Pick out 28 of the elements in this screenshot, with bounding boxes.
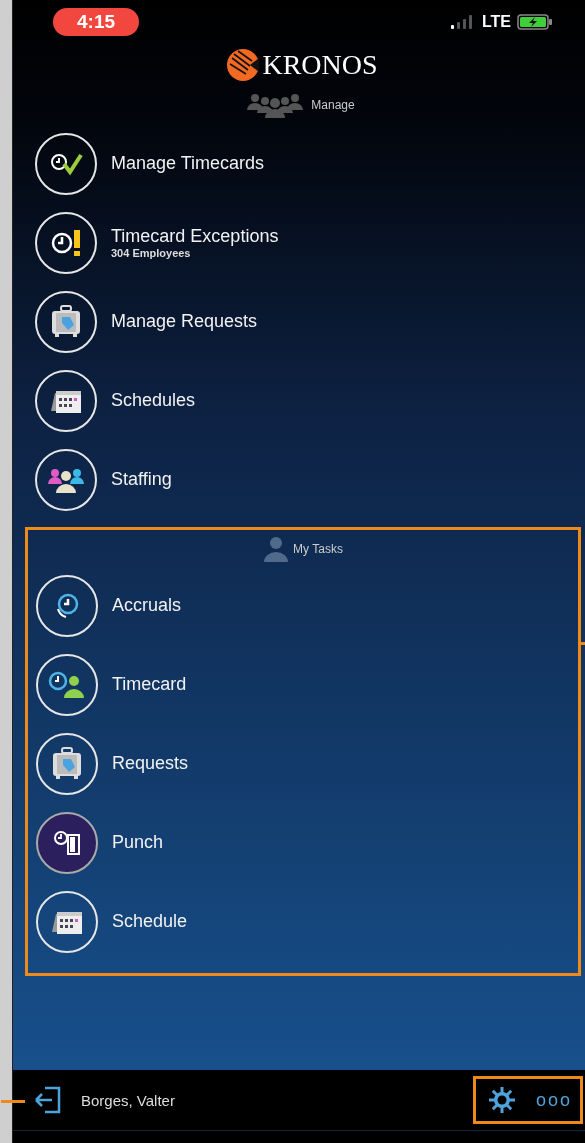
section-title: My Tasks bbox=[293, 542, 343, 556]
menu-item-label[interactable]: Timecard bbox=[112, 674, 187, 695]
person-icon bbox=[263, 536, 290, 562]
menu-item-label[interactable]: Requests bbox=[112, 753, 189, 774]
leader-line bbox=[1, 1100, 25, 1103]
logo-text: KRONOS bbox=[262, 49, 378, 81]
logo-icon bbox=[226, 48, 261, 82]
menu-item-count: 304 Employees bbox=[111, 247, 192, 259]
network-label: LTE bbox=[481, 13, 511, 31]
luggage-icon bbox=[51, 746, 83, 781]
status-time: 4:15 bbox=[53, 8, 140, 36]
menu-item-label[interactable]: Accruals bbox=[112, 595, 182, 616]
menu-item-label[interactable]: Manage Requests bbox=[111, 311, 258, 332]
luggage-icon bbox=[50, 304, 82, 339]
clock-door-icon bbox=[52, 828, 82, 857]
section-title: Manage bbox=[311, 98, 355, 112]
logout-icon[interactable] bbox=[35, 1086, 61, 1114]
menu-item-label[interactable]: Staffing bbox=[111, 469, 172, 490]
user-name: Borges, Valter bbox=[81, 1091, 176, 1109]
menu-item-label[interactable]: Schedules bbox=[111, 390, 196, 411]
settings-icon[interactable] bbox=[487, 1086, 516, 1114]
menu-item-label[interactable]: Manage Timecards bbox=[111, 153, 265, 174]
clock-person-icon bbox=[48, 669, 86, 700]
menu-item-label[interactable]: Schedule bbox=[112, 911, 188, 932]
menu-item-label[interactable]: Punch bbox=[112, 832, 164, 853]
more-button[interactable]: ooo bbox=[535, 1089, 572, 1111]
menu-item-label[interactable]: Timecard Exceptions bbox=[111, 226, 279, 247]
battery-icon bbox=[517, 14, 553, 30]
